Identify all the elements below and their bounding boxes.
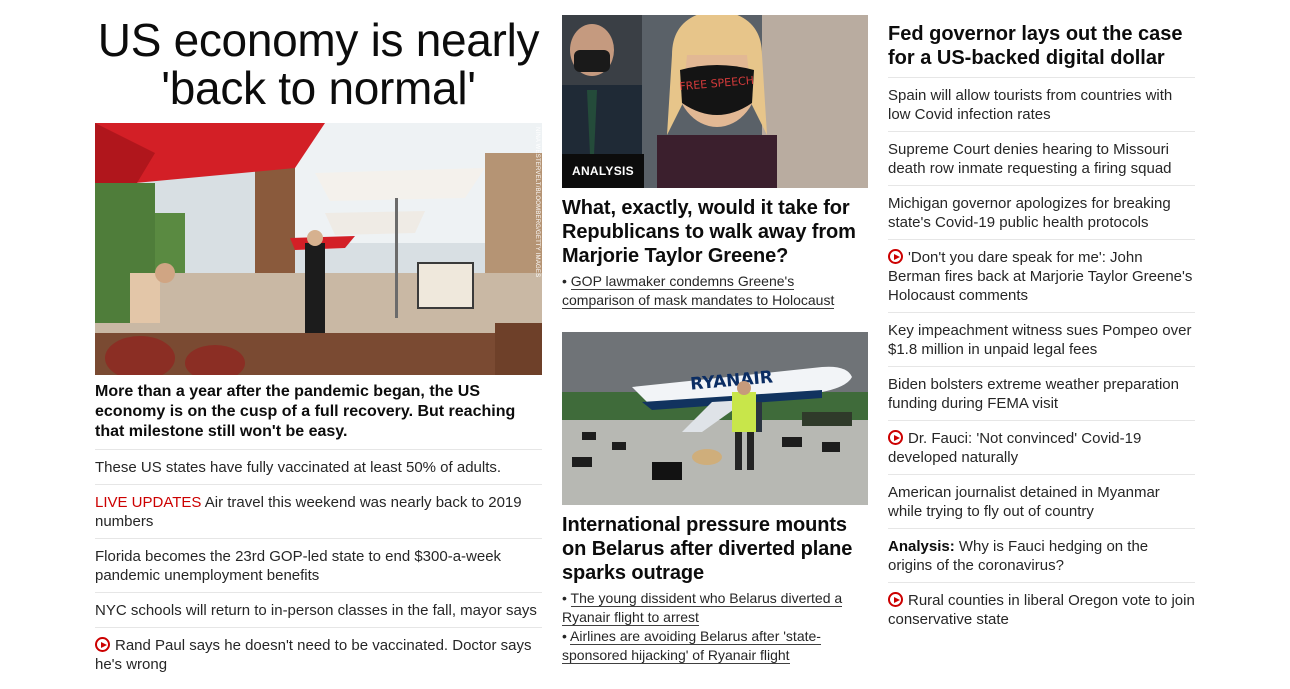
list-item[interactable]: Key impeachment witness sues Pompeo over… bbox=[888, 312, 1195, 366]
lead-description[interactable]: More than a year after the pandemic bega… bbox=[95, 382, 542, 442]
lead-related-list: These US states have fully vaccinated at… bbox=[95, 449, 542, 681]
list-item[interactable]: Supreme Court denies hearing to Missouri… bbox=[888, 131, 1195, 185]
belarus-related-links: • The young dissident who Belarus divert… bbox=[562, 589, 868, 665]
list-item[interactable]: LIVE UPDATES Air travel this weekend was… bbox=[95, 484, 542, 538]
live-updates-label: LIVE UPDATES bbox=[95, 494, 202, 511]
list-item[interactable]: 'Don't you dare speak for me': John Berm… bbox=[888, 239, 1195, 312]
photo-credit: NINA WESTERVELT/BLOOMBERG/GETTY IMAGES bbox=[534, 127, 540, 278]
greene-related-links: • GOP lawmaker condemns Greene's compari… bbox=[562, 272, 868, 310]
list-item[interactable]: Michigan governor apologizes for breakin… bbox=[888, 185, 1195, 239]
related-link[interactable]: • The young dissident who Belarus divert… bbox=[562, 589, 868, 627]
analysis-badge: ANALYSIS bbox=[562, 154, 644, 188]
list-item[interactable]: American journalist detained in Myanmar … bbox=[888, 474, 1195, 528]
list-item[interactable]: Spain will allow tourists from countries… bbox=[888, 77, 1195, 131]
video-play-icon bbox=[888, 430, 903, 445]
related-link[interactable]: • Airlines are avoiding Belarus after 's… bbox=[562, 627, 868, 665]
video-play-icon bbox=[888, 249, 903, 264]
list-item[interactable]: Biden bolsters extreme weather preparati… bbox=[888, 366, 1195, 420]
video-play-icon bbox=[95, 637, 110, 652]
lead-story-image[interactable]: NINA WESTERVELT/BLOOMBERG/GETTY IMAGES bbox=[95, 123, 542, 375]
headlines-list: Spain will allow tourists from countries… bbox=[888, 77, 1195, 636]
lead-story-column: US economy is nearly 'back to normal' NI… bbox=[95, 0, 542, 673]
greene-story-title[interactable]: What, exactly, would it take for Republi… bbox=[562, 196, 868, 268]
fed-governor-title[interactable]: Fed governor lays out the case for a US-… bbox=[888, 22, 1195, 76]
list-item[interactable]: Rand Paul says he doesn't need to be vac… bbox=[95, 627, 542, 681]
list-item[interactable]: Dr. Fauci: 'Not convinced' Covid-19 deve… bbox=[888, 420, 1195, 474]
lead-headline[interactable]: US economy is nearly 'back to normal' bbox=[95, 16, 542, 112]
related-link[interactable]: • GOP lawmaker condemns Greene's compari… bbox=[562, 272, 868, 310]
greene-story-image[interactable]: FREE SPEECH ANALYSIS bbox=[562, 15, 868, 188]
list-item[interactable]: NYC schools will return to in-person cla… bbox=[95, 592, 542, 627]
video-play-icon bbox=[888, 592, 903, 607]
analysis-label: Analysis: bbox=[888, 538, 955, 555]
list-item[interactable]: Rural counties in liberal Oregon vote to… bbox=[888, 582, 1195, 636]
belarus-story-title[interactable]: International pressure mounts on Belarus… bbox=[562, 513, 868, 585]
list-item[interactable]: Florida becomes the 23rd GOP-led state t… bbox=[95, 538, 542, 592]
belarus-story-image[interactable]: RYANAIR bbox=[562, 332, 868, 505]
list-item[interactable]: These US states have fully vaccinated at… bbox=[95, 449, 542, 484]
list-item[interactable]: Analysis: Why is Fauci hedging on the or… bbox=[888, 528, 1195, 582]
